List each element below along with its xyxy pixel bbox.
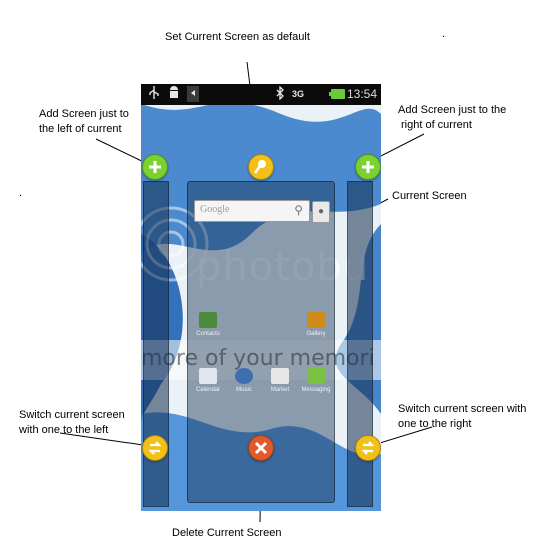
app-label: Market [270, 387, 290, 393]
annotation-switch-right: Switch current screen with one to the ri… [398, 402, 526, 432]
usb-icon [147, 86, 161, 102]
plus-icon [362, 161, 374, 173]
annotation-line: Switch current screen with [398, 403, 527, 415]
network-icon: 3G [291, 89, 304, 99]
set-default-button[interactable] [248, 154, 274, 180]
contacts-icon [199, 312, 217, 328]
annotation-set-default: Set Current Screen as default [165, 31, 310, 43]
app-label: Messaging [301, 387, 331, 393]
app-market[interactable]: Market [264, 368, 296, 393]
swap-icon [148, 441, 162, 455]
clock: 13:54 [346, 87, 377, 101]
app-messaging[interactable]: Messaging [300, 368, 332, 393]
delete-screen-button[interactable] [248, 435, 274, 461]
app-contacts[interactable]: Contacts [192, 312, 224, 337]
plus-icon [149, 161, 161, 173]
microphone-icon[interactable]: ● [312, 201, 330, 223]
annotation-line: with one to the left [19, 424, 109, 436]
status-bar: 3G 13:54 [141, 84, 381, 105]
back-icon [187, 86, 199, 102]
stray-dot: . [442, 28, 446, 40]
annotation-add-right: Add Screen just to the right of current [398, 103, 506, 133]
phone-screen: photobu more of your memori 3G 13:54 Goo… [141, 84, 381, 511]
app-label: Gallery [306, 331, 326, 337]
swap-icon [361, 441, 375, 455]
stray-dot: . [19, 187, 23, 199]
pin-icon [253, 160, 266, 174]
app-calendar[interactable]: Calendar [192, 368, 224, 393]
search-placeholder: Google [200, 204, 230, 215]
gallery-icon [307, 312, 325, 328]
calendar-icon [199, 368, 217, 384]
app-label: Music [236, 387, 252, 393]
annotation-add-left: Add Screen just to the left of current [39, 107, 129, 137]
app-gallery[interactable]: Gallery [300, 312, 332, 337]
android-debug-icon [167, 86, 181, 102]
add-screen-right-button[interactable] [355, 154, 381, 180]
app-music[interactable]: Music [228, 368, 260, 393]
annotation-current-screen: Current Screen [392, 190, 467, 202]
close-icon [254, 441, 268, 455]
annotation-line: Switch current screen [19, 409, 125, 421]
messaging-icon [307, 368, 325, 384]
search-icon: ⚲ [294, 203, 303, 217]
google-search-widget[interactable]: Google ⚲ [194, 200, 310, 222]
annotation-delete: Delete Current Screen [172, 527, 282, 539]
annotation-line: the left of current [39, 123, 122, 135]
market-icon [271, 368, 289, 384]
add-screen-left-button[interactable] [142, 154, 168, 180]
swap-right-button[interactable] [355, 435, 381, 461]
app-label: Calendar [195, 387, 221, 393]
annotation-switch-left: Switch current screen with one to the le… [19, 408, 125, 438]
battery-icon [329, 89, 345, 99]
annotation-line: Add Screen just to the [398, 104, 507, 116]
annotation-line: right of current [401, 119, 472, 131]
app-label: Contacts [196, 331, 220, 337]
music-icon [235, 368, 253, 384]
swap-left-button[interactable] [142, 435, 168, 461]
annotation-line: Add Screen just to [39, 108, 129, 120]
annotation-line: one to the right [398, 418, 472, 430]
bluetooth-icon [275, 85, 285, 102]
